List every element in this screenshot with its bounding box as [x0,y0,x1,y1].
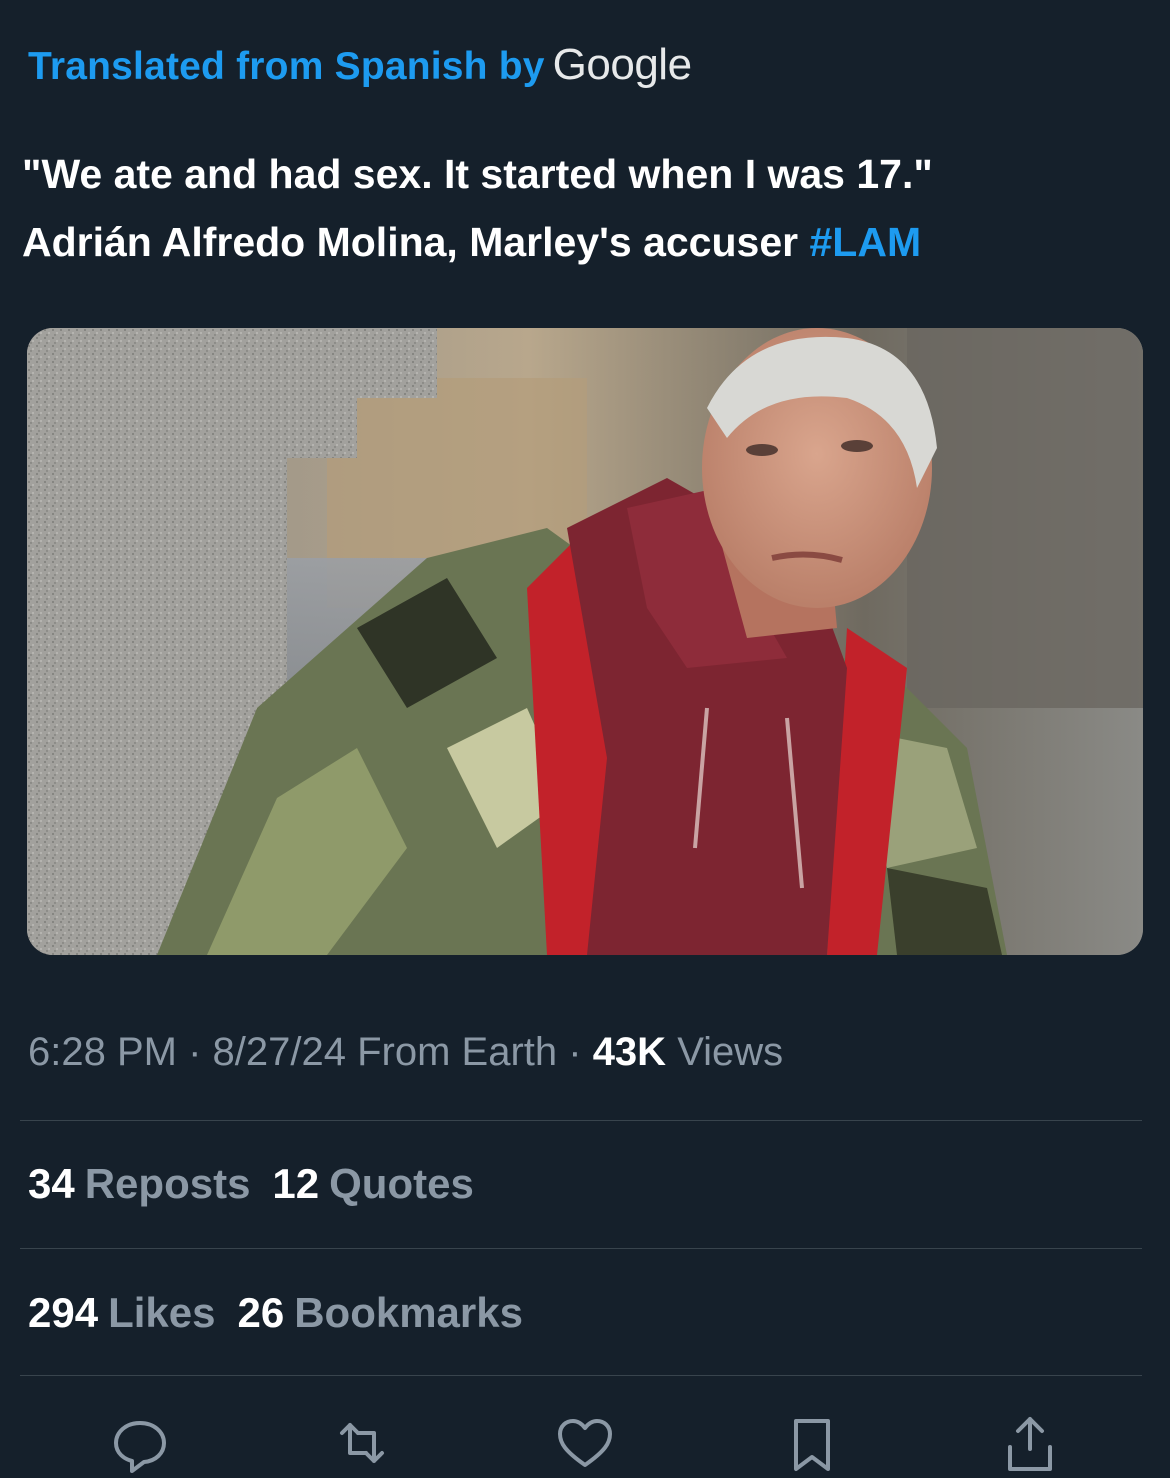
views-label: Views [677,1030,784,1074]
bookmark-button[interactable] [782,1413,842,1473]
like-button[interactable] [555,1413,615,1473]
tweet-text-body: Adrián Alfredo Molina, Marley's accuser [22,219,799,265]
tweet-text: "We ate and had sex. It started when I w… [22,140,1142,276]
divider [20,1120,1142,1121]
reply-button[interactable] [110,1413,170,1473]
bookmarks-count: 26 [237,1289,285,1336]
meta-separator: · [557,1030,593,1074]
google-logo: Google [552,40,692,89]
reposts-label: Reposts [84,1160,251,1207]
bookmarks-stat[interactable]: 26 Bookmarks [237,1289,522,1336]
reply-icon [114,1421,166,1473]
quotes-count: 12 [272,1160,320,1207]
likes-count: 294 [28,1289,99,1336]
repost-button[interactable] [332,1413,392,1473]
photo-of-man-in-camo-jacket [27,328,1143,955]
tweet-text-line-1: "We ate and had sex. It started when I w… [22,151,933,197]
bookmarks-label: Bookmarks [294,1289,523,1336]
reposts-stat[interactable]: 34 Reposts [28,1160,250,1207]
repost-icon [340,1423,384,1463]
quotes-stat[interactable]: 12 Quotes [272,1160,473,1207]
tweet-source: From Earth [345,1030,558,1074]
views-count: 43K [592,1030,667,1074]
tweet-time[interactable]: 6:28 PM [28,1030,177,1074]
engagement-row-1: 34 Reposts 12 Quotes [28,1160,474,1208]
translation-label[interactable]: Translated from Spanish by Google [28,40,692,90]
tweet-meta: 6:28 PM · 8/27/24 From Earth · 43K Views [28,1030,783,1075]
meta-separator: · [176,1030,213,1074]
action-bar [0,1405,1170,1473]
tweet-text-line-2: Adrián Alfredo Molina, Marley's accuser … [22,208,1142,276]
likes-label: Likes [108,1289,216,1336]
likes-stat[interactable]: 294 Likes [28,1289,215,1336]
divider [20,1248,1142,1249]
translation-prefix: Translated from Spanish by [28,45,545,88]
engagement-row-2: 294 Likes 26 Bookmarks [28,1289,523,1337]
reposts-count: 34 [28,1160,75,1207]
quotes-label: Quotes [329,1160,474,1207]
tweet-date[interactable]: 8/27/24 [213,1030,346,1074]
share-button[interactable] [1000,1413,1060,1473]
share-icon [1008,1417,1052,1471]
divider [20,1375,1142,1376]
like-icon [558,1419,612,1467]
hashtag-link[interactable]: #LAM [809,219,921,265]
bookmark-icon [794,1419,830,1471]
tweet-photo[interactable] [27,328,1143,955]
